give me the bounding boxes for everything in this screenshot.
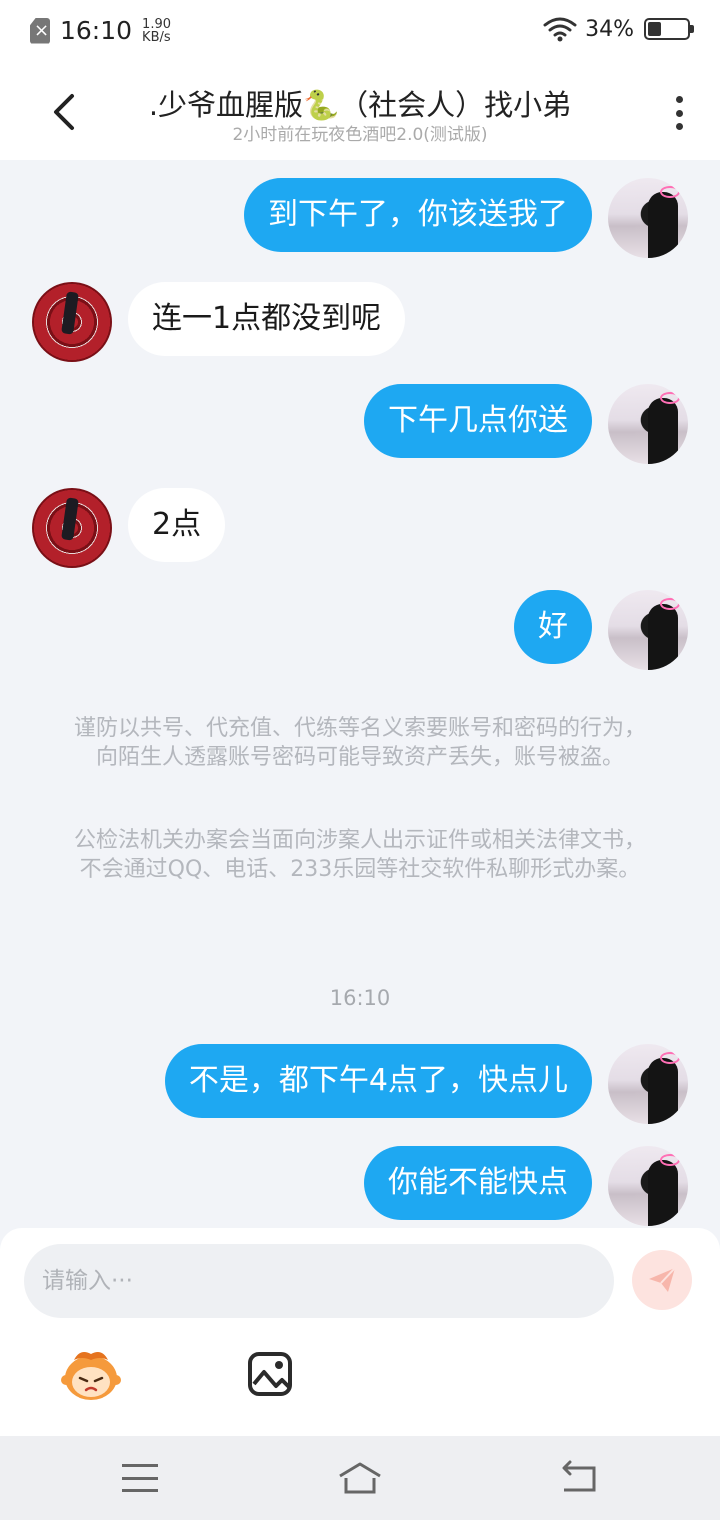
message-list[interactable]: 到下午了，你该送我了 连一1点都没到呢 下午几点你送 2点 好 谨防以共号、代充…: [0, 160, 720, 1230]
recent-apps-button[interactable]: [122, 1464, 158, 1492]
my-avatar[interactable]: [608, 590, 688, 670]
message-input[interactable]: 请输入···: [24, 1244, 614, 1318]
more-dot-icon: [675, 123, 683, 130]
chat-title: .少爷血腥版🐍（社会人）找小弟: [148, 88, 572, 122]
my-avatar[interactable]: [608, 178, 688, 258]
status-bar: 16:10 1.90 KB/s 34%: [0, 0, 720, 64]
my-avatar[interactable]: [608, 1146, 688, 1226]
menu-line-icon: [122, 1476, 158, 1480]
image-picker-button[interactable]: [246, 1350, 294, 1398]
emoji-button[interactable]: [60, 1346, 122, 1402]
sim-error-icon: [30, 17, 50, 44]
more-dot-icon: [675, 96, 683, 103]
system-back-button[interactable]: [558, 1460, 598, 1496]
more-dot-icon: [675, 109, 683, 117]
status-right: 34%: [543, 16, 694, 42]
chat-subtitle: 2小时前在玩夜色酒吧2.0(测试版): [232, 125, 488, 145]
my-avatar[interactable]: [608, 1044, 688, 1124]
home-button[interactable]: [336, 1458, 384, 1498]
status-left: 16:10 1.90 KB/s: [30, 16, 171, 45]
battery-percent: 34%: [585, 16, 634, 42]
message-bubble[interactable]: 你能不能快点: [364, 1146, 592, 1220]
composer: 请输入···: [0, 1228, 720, 1436]
more-options-button[interactable]: [674, 96, 684, 130]
send-button[interactable]: [632, 1250, 692, 1310]
legal-notice: 公检法机关办案会当面向涉案人出示证件或相关法律文书，不会通过QQ、电话、233乐…: [73, 828, 646, 882]
chat-header: .少爷血腥版🐍（社会人）找小弟 2小时前在玩夜色酒吧2.0(测试版): [0, 64, 720, 160]
contact-avatar[interactable]: [32, 488, 112, 568]
network-speed-unit: KB/s: [142, 29, 171, 45]
battery-icon: [644, 18, 694, 40]
menu-line-icon: [122, 1489, 158, 1492]
system-nav-bar: [0, 1436, 720, 1520]
message-bubble[interactable]: 连一1点都没到呢: [128, 282, 406, 356]
contact-avatar[interactable]: [32, 282, 112, 362]
security-notice: 谨防以共号、代充值、代练等名义索要账号和密码的行为，向陌生人透露账号密码可能导致…: [73, 716, 646, 770]
wifi-icon: [543, 17, 577, 42]
message-bubble[interactable]: 不是，都下午4点了，快点儿: [164, 1044, 592, 1118]
network-speed: 1.90 KB/s: [142, 18, 171, 44]
message-bubble[interactable]: 好: [514, 590, 592, 664]
back-button[interactable]: [44, 90, 84, 134]
menu-line-icon: [122, 1464, 158, 1467]
message-bubble[interactable]: 2点: [128, 488, 226, 562]
message-timestamp: 16:10: [329, 986, 391, 1010]
my-avatar[interactable]: [608, 384, 688, 464]
battery-level: [648, 22, 661, 36]
send-icon: [649, 1267, 676, 1292]
status-time: 16:10: [60, 16, 133, 45]
network-speed-value: 1.90: [142, 16, 171, 32]
message-bubble[interactable]: 下午几点你送: [364, 384, 592, 458]
message-bubble[interactable]: 到下午了，你该送我了: [244, 178, 592, 252]
